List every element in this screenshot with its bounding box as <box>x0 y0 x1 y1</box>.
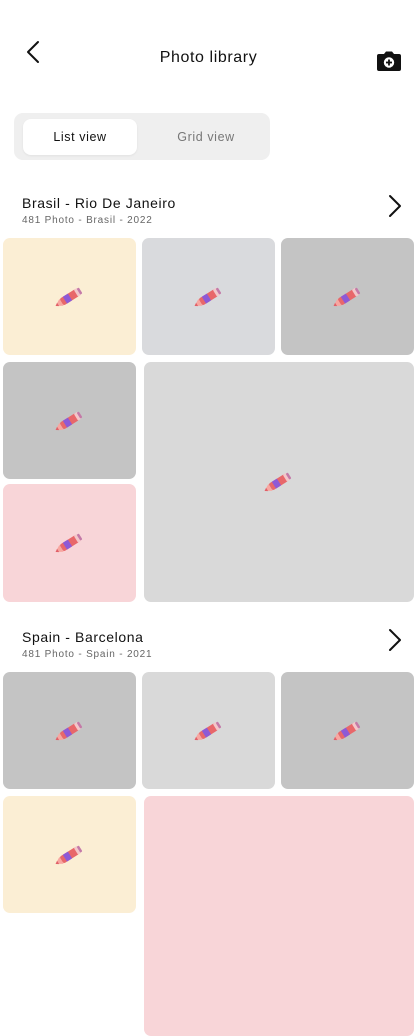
album-header-spain[interactable]: Spain - Barcelona 481 Photo - Spain - 20… <box>0 629 417 665</box>
view-toggle: List view Grid view <box>14 113 270 160</box>
photo-tile[interactable] <box>142 672 275 789</box>
pencil-icon <box>54 283 86 311</box>
album-title: Spain - Barcelona <box>22 629 144 645</box>
pencil-icon <box>54 407 86 435</box>
list-view-tab[interactable]: List view <box>23 119 137 155</box>
page-title: Photo library <box>159 49 258 66</box>
album-title: Brasil - Rio De Janeiro <box>22 195 176 211</box>
pencil-icon <box>54 841 86 869</box>
pencil-icon <box>54 529 86 557</box>
pencil-icon <box>193 717 225 745</box>
photo-tile[interactable] <box>281 672 414 789</box>
photo-tile[interactable] <box>3 362 136 479</box>
pencil-icon <box>332 717 364 745</box>
photo-tile[interactable] <box>3 672 136 789</box>
album-header-brasil[interactable]: Brasil - Rio De Janeiro 481 Photo - Bras… <box>0 195 417 231</box>
pencil-icon <box>54 717 86 745</box>
photo-tile[interactable] <box>3 796 136 913</box>
photo-tile-large[interactable] <box>144 796 414 1036</box>
photo-tile[interactable] <box>142 238 275 355</box>
photo-tile-large[interactable] <box>144 362 414 602</box>
camera-button[interactable] <box>376 50 402 72</box>
chevron-right-icon <box>389 629 401 651</box>
photo-tile[interactable] <box>3 238 136 355</box>
camera-plus-icon <box>377 51 401 71</box>
top-bar: Photo library <box>0 0 417 100</box>
photo-tile[interactable] <box>281 238 414 355</box>
photo-tile[interactable] <box>3 484 136 602</box>
pencil-icon <box>332 283 364 311</box>
album-meta: 481 Photo - Spain - 2021 <box>22 649 153 660</box>
pencil-icon <box>193 283 225 311</box>
album-meta: 481 Photo - Brasil - 2022 <box>22 215 153 226</box>
chevron-right-icon <box>389 195 401 217</box>
grid-view-tab[interactable]: Grid view <box>146 119 266 155</box>
pencil-icon <box>263 468 295 496</box>
